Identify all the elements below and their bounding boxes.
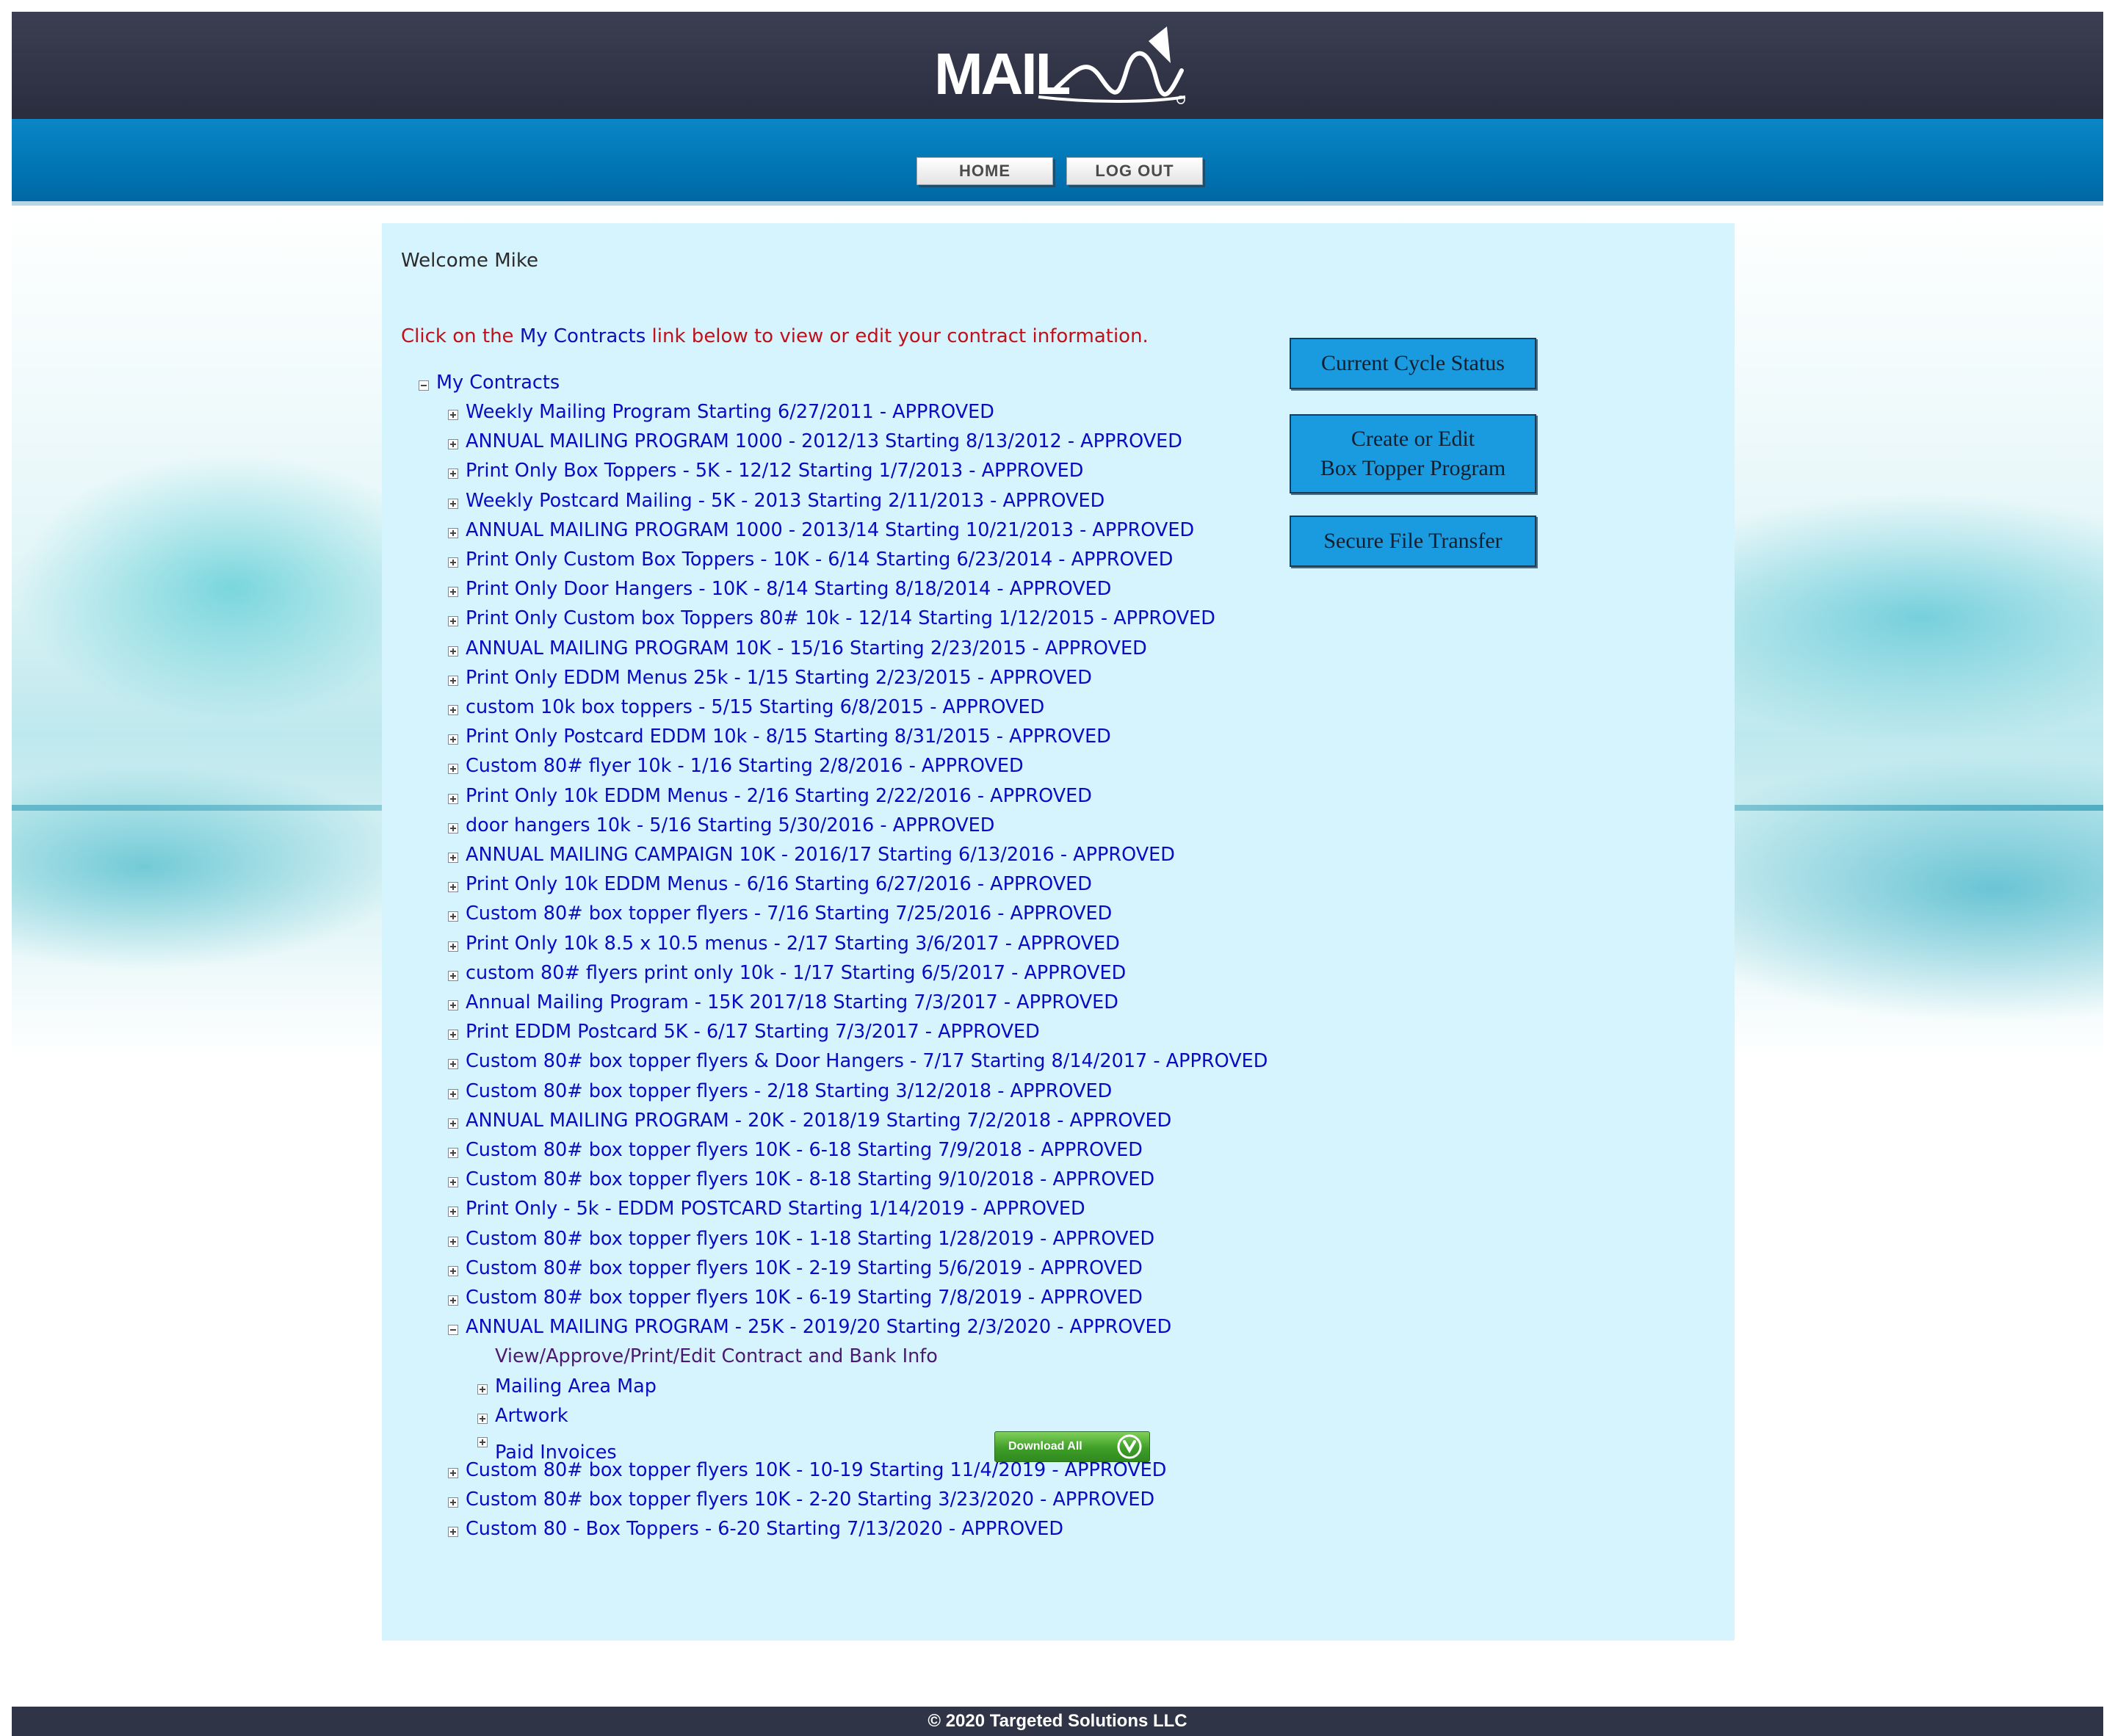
expand-icon[interactable] xyxy=(448,410,458,420)
current-cycle-status-button[interactable]: Current Cycle Status xyxy=(1290,338,1536,389)
expand-icon[interactable] xyxy=(448,439,458,450)
expand-icon[interactable] xyxy=(448,1030,458,1041)
expand-icon[interactable] xyxy=(448,705,458,715)
tree-root-my-contracts[interactable]: My Contracts xyxy=(436,370,560,395)
contract-item[interactable]: Custom 80# box topper flyers - 7/16 Star… xyxy=(466,901,1112,926)
contract-item-expanded[interactable]: ANNUAL MAILING PROGRAM - 25K - 2019/20 S… xyxy=(466,1314,1171,1339)
expand-icon[interactable] xyxy=(448,1088,458,1099)
page-frame: MAIL HOME LOG OUT Welcome Mike Click on … xyxy=(12,12,2103,1736)
expand-icon[interactable] xyxy=(448,1236,458,1247)
contract-item[interactable]: Custom 80 - Box Toppers - 6-20 Starting … xyxy=(466,1516,1063,1541)
footer-copyright: © 2020 Targeted Solutions LLC xyxy=(12,1707,2103,1736)
expand-icon[interactable] xyxy=(448,882,458,893)
contract-item[interactable]: Print Only EDDM Menus 25k - 1/15 Startin… xyxy=(466,665,1092,690)
expand-icon[interactable] xyxy=(477,1437,488,1447)
contract-item[interactable]: Print Only Postcard EDDM 10k - 8/15 Star… xyxy=(466,724,1111,749)
contract-item[interactable]: Custom 80# box topper flyers - 2/18 Star… xyxy=(466,1079,1112,1104)
contract-item[interactable]: custom 80# flyers print only 10k - 1/17 … xyxy=(466,961,1126,985)
contract-item[interactable]: ANNUAL MAILING CAMPAIGN 10K - 2016/17 St… xyxy=(466,842,1175,867)
expand-icon[interactable] xyxy=(448,1059,458,1070)
collapse-icon[interactable] xyxy=(448,1325,458,1336)
contract-subitem[interactable]: Mailing Area Map xyxy=(495,1374,657,1399)
contract-item[interactable]: custom 10k box toppers - 5/15 Starting 6… xyxy=(466,695,1044,720)
contract-item[interactable]: ANNUAL MAILING PROGRAM - 20K - 2018/19 S… xyxy=(466,1108,1171,1133)
expand-icon[interactable] xyxy=(448,970,458,981)
header-bar: MAIL xyxy=(12,12,2103,119)
contract-item[interactable]: Custom 80# box topper flyers 10K - 1-18 … xyxy=(466,1226,1154,1251)
expand-icon[interactable] xyxy=(448,1177,458,1188)
expand-icon[interactable] xyxy=(448,941,458,952)
intro-contracts-link[interactable]: My Contracts xyxy=(520,325,646,347)
expand-icon[interactable] xyxy=(448,911,458,922)
contract-item[interactable]: Custom 80# box topper flyers 10K - 6-18 … xyxy=(466,1138,1143,1162)
expand-icon[interactable] xyxy=(448,1468,458,1478)
contract-item[interactable]: ANNUAL MAILING PROGRAM 1000 - 2012/13 St… xyxy=(466,429,1182,454)
contract-item[interactable]: Custom 80# box topper flyers & Door Hang… xyxy=(466,1049,1268,1074)
welcome-text: Welcome Mike xyxy=(401,250,538,272)
home-button[interactable]: HOME xyxy=(916,157,1053,185)
content-panel: Welcome Mike Click on the My Contracts l… xyxy=(382,223,1735,1641)
expand-icon[interactable] xyxy=(448,1207,458,1218)
expand-icon[interactable] xyxy=(448,734,458,745)
expand-icon[interactable] xyxy=(448,557,458,568)
expand-icon[interactable] xyxy=(448,1497,458,1508)
expand-icon[interactable] xyxy=(448,793,458,804)
secure-file-transfer-button[interactable]: Secure File Transfer xyxy=(1290,516,1536,567)
intro-after: link below to view or edit your contract… xyxy=(646,325,1149,347)
contract-item[interactable]: Print Only Custom box Toppers 80# 10k - … xyxy=(466,606,1215,631)
contract-item[interactable]: door hangers 10k - 5/16 Starting 5/30/20… xyxy=(466,813,994,838)
expand-icon[interactable] xyxy=(448,1295,458,1306)
expand-icon[interactable] xyxy=(448,469,458,480)
expand-icon[interactable] xyxy=(448,527,458,538)
expand-icon[interactable] xyxy=(448,1527,458,1538)
expand-icon[interactable] xyxy=(448,1265,458,1276)
expand-icon[interactable] xyxy=(448,675,458,686)
expand-icon[interactable] xyxy=(448,616,458,627)
logout-button[interactable]: LOG OUT xyxy=(1066,157,1203,185)
contract-item[interactable]: Custom 80# flyer 10k - 1/16 Starting 2/8… xyxy=(466,753,1024,778)
expand-icon[interactable] xyxy=(448,1000,458,1010)
intro-before: Click on the xyxy=(401,325,520,347)
expand-icon[interactable] xyxy=(448,764,458,775)
contract-item[interactable]: Custom 80# box topper flyers 10K - 2-20 … xyxy=(466,1487,1154,1512)
view-edit-contract-link[interactable]: View/Approve/Print/Edit Contract and Ban… xyxy=(495,1344,938,1369)
contract-item[interactable]: Custom 80# box topper flyers 10K - 10-19… xyxy=(466,1458,1166,1483)
expand-icon[interactable] xyxy=(448,822,458,833)
contract-item[interactable]: ANNUAL MAILING PROGRAM 1000 - 2013/14 St… xyxy=(466,518,1194,543)
expand-icon[interactable] xyxy=(448,853,458,863)
contract-item[interactable]: Weekly Postcard Mailing - 5K - 2013 Star… xyxy=(466,488,1104,513)
contract-item[interactable]: Print Only 10k 8.5 x 10.5 menus - 2/17 S… xyxy=(466,931,1120,956)
download-all-label: Download All xyxy=(1008,1440,1082,1453)
contract-item[interactable]: Custom 80# box topper flyers 10K - 6-19 … xyxy=(466,1285,1143,1310)
contract-item[interactable]: Custom 80# box topper flyers 10K - 8-18 … xyxy=(466,1167,1154,1192)
expand-icon[interactable] xyxy=(477,1413,488,1424)
contract-item[interactable]: Custom 80# box topper flyers 10K - 2-19 … xyxy=(466,1256,1143,1281)
contract-item[interactable]: Print Only - 5k - EDDM POSTCARD Starting… xyxy=(466,1196,1085,1221)
contract-item[interactable]: Print Only Custom Box Toppers - 10K - 6/… xyxy=(466,547,1173,572)
box-topper-line2: Box Topper Program xyxy=(1320,456,1506,480)
contract-item[interactable]: Print Only Door Hangers - 10K - 8/14 Sta… xyxy=(466,576,1111,601)
expand-icon[interactable] xyxy=(448,645,458,657)
box-topper-program-button[interactable]: Create or Edit Box Topper Program xyxy=(1290,414,1536,493)
contract-item[interactable]: Annual Mailing Program - 15K 2017/18 Sta… xyxy=(466,990,1118,1015)
expand-icon[interactable] xyxy=(477,1384,488,1395)
contract-item[interactable]: Print Only 10k EDDM Menus - 6/16 Startin… xyxy=(466,872,1092,897)
contract-subitem[interactable]: Artwork xyxy=(495,1403,568,1428)
intro-text: Click on the My Contracts link below to … xyxy=(401,325,1149,347)
expand-icon[interactable] xyxy=(448,1148,458,1158)
contract-item[interactable]: Weekly Mailing Program Starting 6/27/201… xyxy=(466,399,994,424)
download-arrow-icon xyxy=(1117,1434,1142,1459)
contract-item[interactable]: Print Only Box Toppers - 5K - 12/12 Star… xyxy=(466,458,1083,483)
contract-item[interactable]: Print Only 10k EDDM Menus - 2/16 Startin… xyxy=(466,784,1092,809)
mailshark-logo[interactable]: MAIL xyxy=(928,26,1193,120)
expand-icon[interactable] xyxy=(448,1118,458,1129)
expand-icon[interactable] xyxy=(448,587,458,598)
box-topper-line1: Create or Edit xyxy=(1351,427,1475,451)
contract-item[interactable]: Print EDDM Postcard 5K - 6/17 Starting 7… xyxy=(466,1019,1040,1044)
expand-icon[interactable] xyxy=(448,498,458,509)
nav-bar: HOME LOG OUT xyxy=(12,119,2103,206)
collapse-icon[interactable] xyxy=(419,380,429,391)
contract-item[interactable]: ANNUAL MAILING PROGRAM 10K - 15/16 Start… xyxy=(466,636,1147,661)
